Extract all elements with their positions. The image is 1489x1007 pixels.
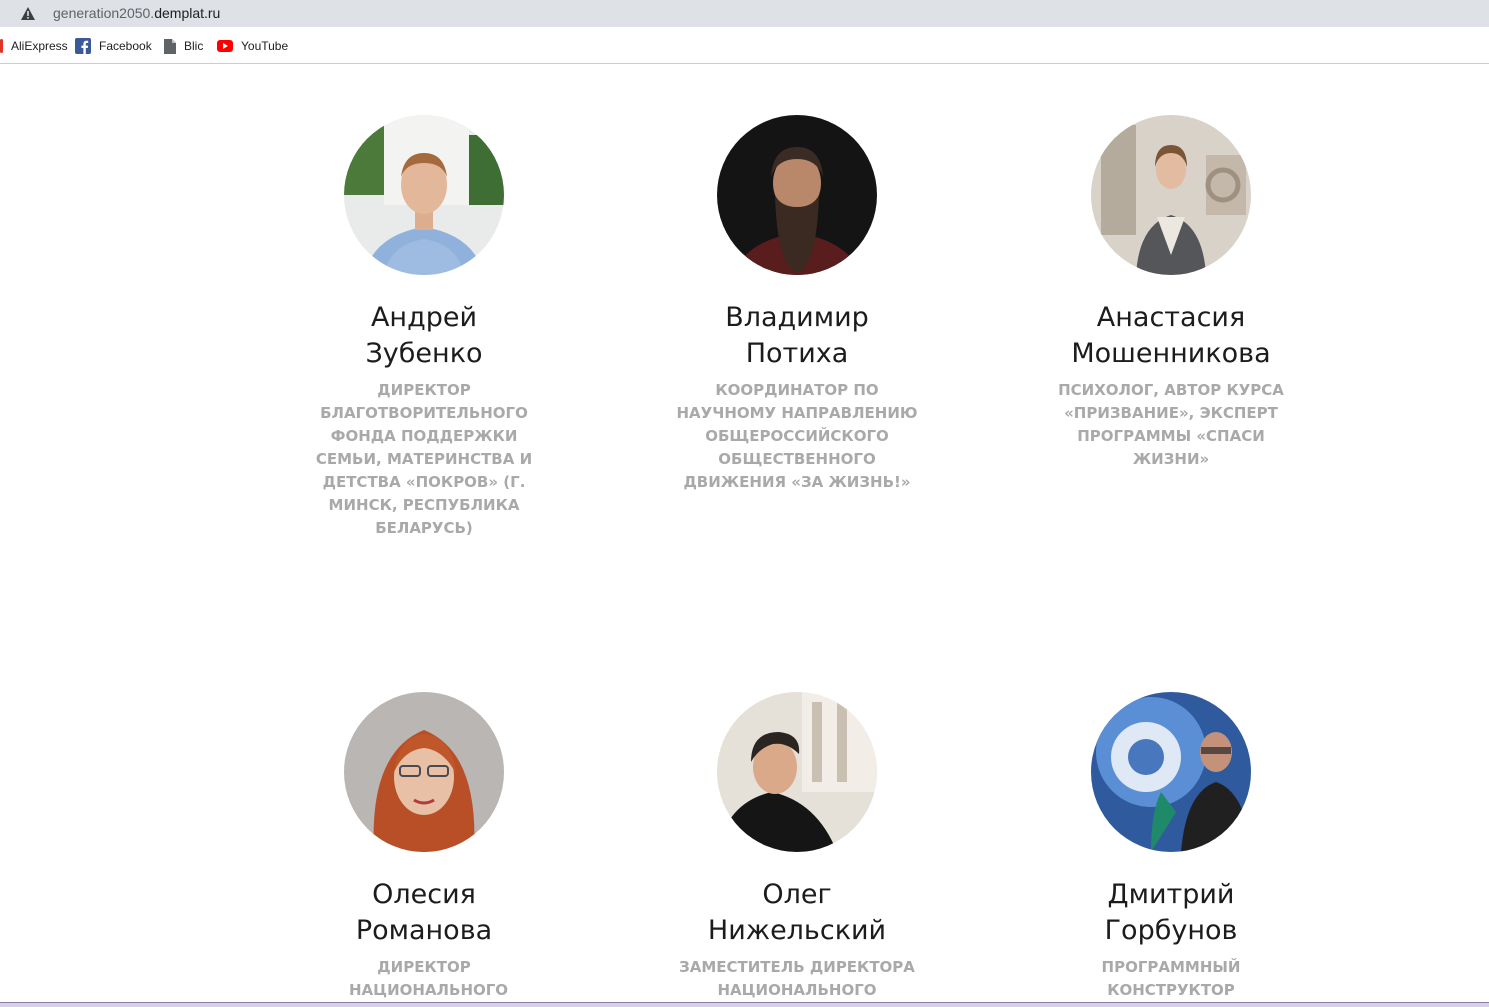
person-first-name: Владимир xyxy=(725,302,869,333)
person-card-anastasia-moshennikova: Анастасия Мошенникова Психолог, автор ку… xyxy=(1041,300,1301,471)
youtube-icon xyxy=(217,40,233,52)
person-card-oleg-nizhelsky: Олег Нижельский Заместитель директора на… xyxy=(667,877,927,1002)
url-text[interactable]: generation2050.demplat.ru xyxy=(53,5,220,21)
person-last-name: Потиха xyxy=(745,338,849,369)
avatar-vladimir-potikha xyxy=(717,115,877,275)
avatar-oleg-nizhelsky xyxy=(717,692,877,852)
document-icon xyxy=(164,38,176,54)
avatar-olesia-romanova xyxy=(344,692,504,852)
person-card-andrey-zubenko: Андрей Зубенко Директор благотворительно… xyxy=(294,300,554,540)
avatar-andrey-zubenko xyxy=(344,115,504,275)
person-role: Директор национального xyxy=(349,958,509,999)
person-role: Психолог, автор курса «Призвание», экспе… xyxy=(1058,381,1284,468)
bookmark-label: Blic xyxy=(184,39,204,53)
person-last-name: Нижельский xyxy=(707,915,887,946)
bookmark-youtube[interactable]: YouTube xyxy=(217,37,288,55)
bookmark-label: AliExpress xyxy=(11,39,68,53)
url-path: generation2050. xyxy=(53,5,155,21)
url-host: demplat.ru xyxy=(154,5,221,21)
bookmark-blic[interactable]: Blic xyxy=(164,37,203,55)
warning-icon[interactable] xyxy=(21,7,35,20)
avatar-dmitry-gorbunov xyxy=(1091,692,1251,852)
person-card-olesia-romanova: Олесия Романова Директор национального xyxy=(294,877,554,1002)
person-first-name: Олег xyxy=(762,879,832,910)
bookmark-facebook[interactable]: Facebook xyxy=(75,37,152,55)
bookmark-label: Facebook xyxy=(99,39,152,53)
person-first-name: Андрей xyxy=(370,302,478,333)
person-role: Директор благотворительного фонда поддер… xyxy=(315,381,533,537)
person-last-name: Мошенникова xyxy=(1071,338,1271,369)
person-last-name: Горбунов xyxy=(1104,915,1238,946)
person-last-name: Зубенко xyxy=(365,338,483,369)
bookmarks-bar: AliExpress Facebook Blic YouTube xyxy=(0,27,1489,64)
person-role: Программный конструктор xyxy=(1101,958,1241,999)
taskbar-strip xyxy=(0,1002,1489,1007)
person-card-dmitry-gorbunov: Дмитрий Горбунов Программный конструктор xyxy=(1041,877,1301,1002)
person-first-name: Анастасия xyxy=(1096,302,1246,333)
person-last-name: Романова xyxy=(355,915,493,946)
bookmark-aliexpress[interactable]: AliExpress xyxy=(0,37,68,55)
avatar-anastasia-moshennikova xyxy=(1091,115,1251,275)
person-first-name: Дмитрий xyxy=(1107,879,1235,910)
person-card-vladimir-potikha: Владимир Потиха Координатор по научному … xyxy=(667,300,927,494)
person-first-name: Олесия xyxy=(372,879,476,910)
aliexpress-icon xyxy=(0,39,3,53)
bookmark-label: YouTube xyxy=(241,39,289,53)
person-role: Координатор по научному направлению Обще… xyxy=(676,381,918,491)
address-bar[interactable]: generation2050.demplat.ru xyxy=(0,0,1489,27)
person-role: Заместитель директора национального xyxy=(679,958,915,999)
facebook-icon xyxy=(75,38,91,54)
